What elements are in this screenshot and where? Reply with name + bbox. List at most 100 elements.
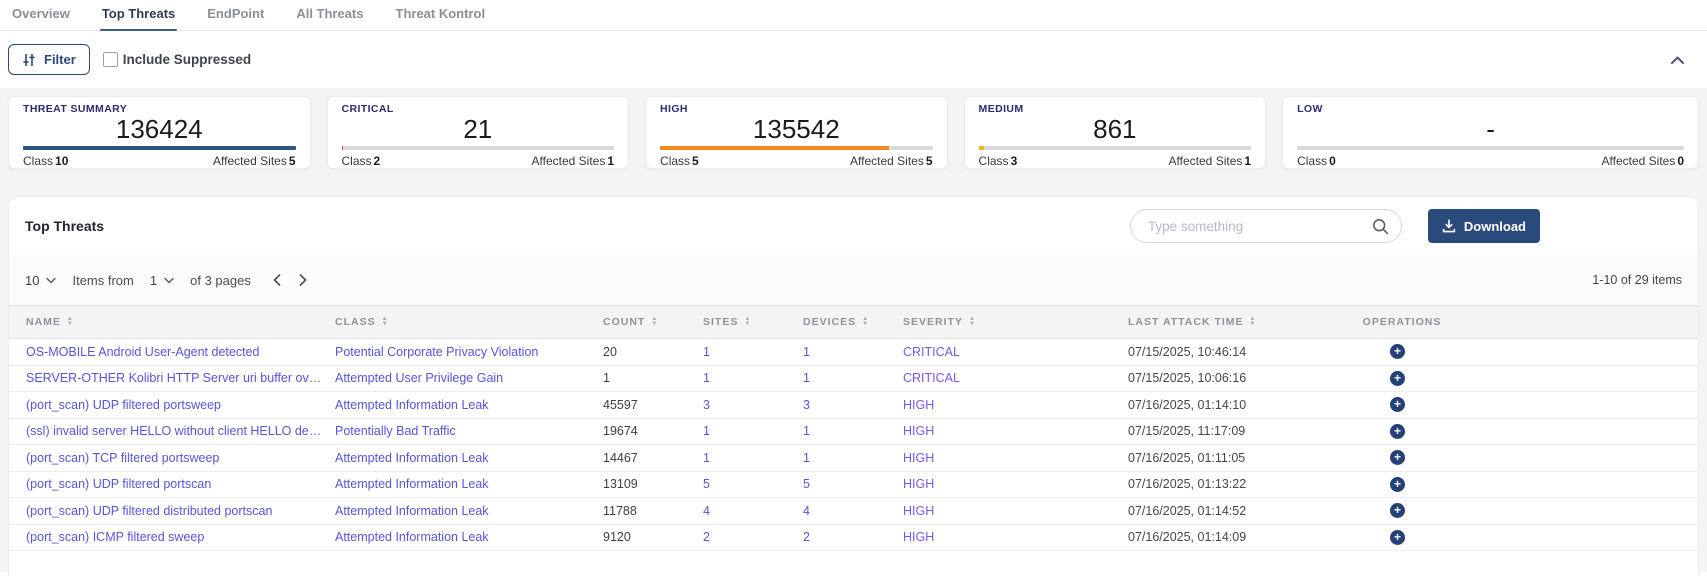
column-header-sites[interactable]: SITES [702, 306, 802, 339]
column-header-class[interactable]: CLASS [334, 306, 602, 339]
threat-name-link[interactable]: (port_scan) UDP filtered portscan [9, 471, 334, 498]
threat-name-link[interactable]: (port_scan) ICMP filtered sweep [9, 524, 334, 551]
collapse-section-button[interactable] [1670, 55, 1685, 65]
class-label: Class [979, 154, 1009, 168]
column-header-count[interactable]: COUNT [602, 306, 702, 339]
card-affected-sites-stat: Affected Sites1 [1169, 155, 1252, 168]
plus-circle-icon[interactable] [1390, 477, 1405, 492]
devices-link[interactable]: 1 [802, 418, 902, 445]
sites-link[interactable]: 1 [702, 365, 802, 392]
plus-circle-icon[interactable] [1390, 424, 1405, 439]
severity-link[interactable]: HIGH [902, 445, 1127, 472]
sites-link[interactable]: 1 [702, 339, 802, 366]
tab-threat-kontrol[interactable]: Threat Kontrol [394, 0, 488, 30]
page-size-select[interactable]: 10 [25, 273, 56, 288]
threat-name-link[interactable]: (port_scan) UDP filtered portsweep [9, 392, 334, 419]
last-attack-time: 07/15/2025, 10:06:16 [1127, 365, 1347, 392]
download-button[interactable]: Download [1428, 209, 1540, 243]
sites-link[interactable]: 4 [702, 498, 802, 525]
threat-class-link[interactable]: Potential Corporate Privacy Violation [334, 339, 602, 366]
severity-link[interactable]: CRITICAL [902, 365, 1127, 392]
sites-link[interactable]: 1 [702, 418, 802, 445]
sort-arrows-icon[interactable] [744, 317, 751, 327]
devices-link[interactable]: 1 [802, 445, 902, 472]
threat-class-link[interactable]: Potentially Bad Traffic [334, 418, 602, 445]
severity-link[interactable]: CRITICAL [902, 339, 1127, 366]
devices-link[interactable]: 1 [802, 365, 902, 392]
threat-class-link[interactable]: Attempted Information Leak [334, 524, 602, 551]
column-header-last-attack-time[interactable]: LAST ATTACK TIME [1127, 306, 1347, 339]
column-header-name[interactable]: NAME [9, 306, 334, 339]
card-progress-bar [979, 146, 1252, 150]
count-value: 45597 [602, 392, 702, 419]
filter-button[interactable]: Filter [8, 44, 90, 75]
threat-name-link[interactable]: (port_scan) UDP filtered distributed por… [9, 498, 334, 525]
threat-class-link[interactable]: Attempted Information Leak [334, 445, 602, 472]
threat-class-link[interactable]: Attempted User Privilege Gain [334, 365, 602, 392]
last-attack-time: 07/16/2025, 01:14:52 [1127, 498, 1347, 525]
sites-link[interactable]: 1 [702, 445, 802, 472]
magnifier-icon[interactable] [1372, 218, 1389, 235]
card-class-stat: Class3 [979, 155, 1018, 168]
class-value: 3 [1011, 154, 1018, 168]
threat-name-link[interactable]: (ssl) invalid server HELLO without clien… [9, 418, 334, 445]
devices-link[interactable]: 2 [802, 524, 902, 551]
operations-cell [1347, 365, 1457, 392]
plus-circle-icon[interactable] [1390, 530, 1405, 545]
sort-arrows-icon[interactable] [1250, 317, 1257, 327]
severity-link[interactable]: HIGH [902, 471, 1127, 498]
search-input[interactable] [1146, 218, 1372, 235]
next-page-button[interactable] [299, 274, 307, 286]
plus-circle-icon[interactable] [1390, 503, 1405, 518]
sort-arrows-icon[interactable] [382, 317, 389, 327]
plus-circle-icon[interactable] [1390, 397, 1405, 412]
column-header-devices[interactable]: DEVICES [802, 306, 902, 339]
severity-link[interactable]: HIGH [902, 418, 1127, 445]
chevron-left-icon [273, 274, 281, 286]
tab-overview[interactable]: Overview [10, 0, 72, 30]
column-header-filler [1457, 306, 1698, 339]
card-progress-fill [23, 146, 296, 150]
threat-name-link[interactable]: SERVER-OTHER Kolibri HTTP Server uri buf… [9, 365, 334, 392]
count-value: 13109 [602, 471, 702, 498]
previous-page-button[interactable] [273, 274, 281, 286]
chevron-down-icon [46, 277, 56, 284]
class-value: 2 [374, 154, 381, 168]
severity-link[interactable]: HIGH [902, 524, 1127, 551]
tab-top-threats[interactable]: Top Threats [100, 0, 177, 30]
tab-endpoint[interactable]: EndPoint [205, 0, 266, 30]
plus-circle-icon[interactable] [1390, 371, 1405, 386]
pagination-bar: 10 Items from 1 of 3 pages [9, 255, 1698, 305]
sort-arrows-icon[interactable] [651, 317, 658, 327]
page-number-select[interactable]: 1 [150, 273, 174, 288]
include-suppressed-toggle[interactable]: Include Suppressed [103, 52, 251, 67]
count-value: 1 [602, 365, 702, 392]
affected-sites-value: 1 [607, 154, 614, 168]
devices-link[interactable]: 3 [802, 392, 902, 419]
severity-link[interactable]: HIGH [902, 392, 1127, 419]
severity-link[interactable]: HIGH [902, 498, 1127, 525]
devices-link[interactable]: 5 [802, 471, 902, 498]
plus-circle-icon[interactable] [1390, 344, 1405, 359]
card-value: - [1297, 116, 1684, 142]
devices-link[interactable]: 1 [802, 339, 902, 366]
include-suppressed-checkbox[interactable] [103, 52, 118, 67]
count-value: 9120 [602, 524, 702, 551]
sites-link[interactable]: 3 [702, 392, 802, 419]
devices-link[interactable]: 4 [802, 498, 902, 525]
affected-sites-label: Affected Sites [532, 154, 606, 168]
threat-class-link[interactable]: Attempted Information Leak [334, 471, 602, 498]
threat-name-link[interactable]: (port_scan) TCP filtered portsweep [9, 445, 334, 472]
plus-circle-icon[interactable] [1390, 450, 1405, 465]
sites-link[interactable]: 2 [702, 524, 802, 551]
threat-class-link[interactable]: Attempted Information Leak [334, 392, 602, 419]
threat-class-link[interactable]: Attempted Information Leak [334, 498, 602, 525]
sites-link[interactable]: 5 [702, 471, 802, 498]
sort-arrows-icon[interactable] [862, 317, 869, 327]
sort-arrows-icon[interactable] [969, 317, 976, 327]
column-header-severity[interactable]: SEVERITY [902, 306, 1127, 339]
tab-all-threats[interactable]: All Threats [294, 0, 365, 30]
threat-name-link[interactable]: OS-MOBILE Android User-Agent detected [9, 339, 334, 366]
top-threats-table: NAMECLASSCOUNTSITESDEVICESSEVERITYLAST A… [9, 305, 1698, 551]
sort-arrows-icon[interactable] [67, 317, 74, 327]
